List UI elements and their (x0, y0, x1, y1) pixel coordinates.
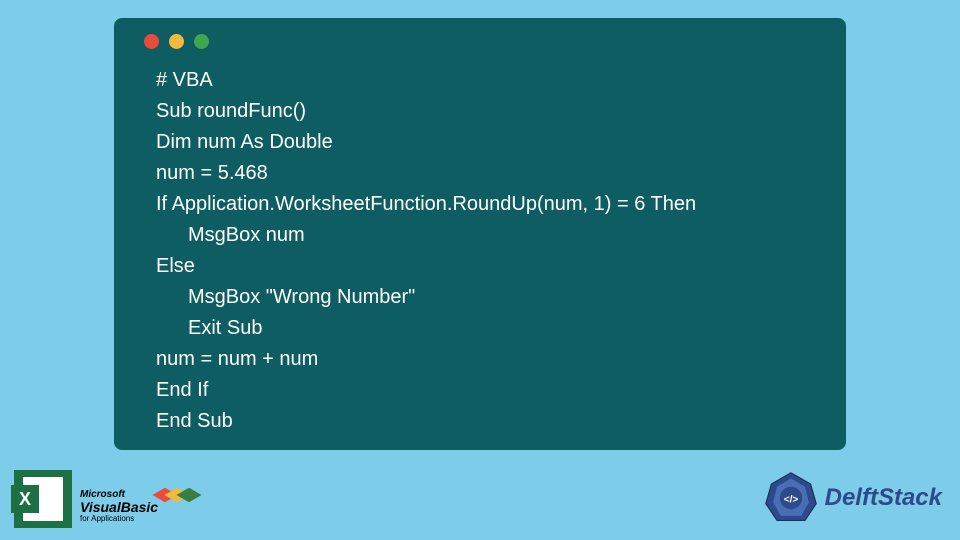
excel-icon: X (14, 470, 72, 528)
delftstack-emblem-icon: </> (763, 470, 819, 526)
code-line: MsgBox num (156, 220, 822, 251)
code-line: num = num + num (156, 344, 822, 375)
delftstack-text: DelftStack (825, 484, 942, 512)
visualbasic-logo: Microsoft VisualBasic for Applications (80, 489, 158, 524)
code-line: Exit Sub (156, 313, 822, 344)
forapps-text: for Applications (80, 515, 158, 524)
visualbasic-text: VisualBasic (80, 500, 158, 515)
close-icon (144, 34, 159, 49)
delftstack-logo: </> DelftStack (763, 470, 942, 526)
excel-x-badge: X (11, 485, 39, 513)
code-window: # VBA Sub roundFunc() Dim num As Double … (114, 18, 846, 450)
code-line: Sub roundFunc() (156, 96, 822, 127)
maximize-icon (194, 34, 209, 49)
code-line: Dim num As Double (156, 127, 822, 158)
minimize-icon (169, 34, 184, 49)
vb-cubes-icon (160, 488, 196, 502)
code-line: # VBA (156, 65, 822, 96)
code-line: Else (156, 251, 822, 282)
code-line: num = 5.468 (156, 158, 822, 189)
excel-sheet: X (23, 477, 63, 521)
code-line: End Sub (156, 406, 822, 437)
code-line: MsgBox "Wrong Number" (156, 282, 822, 313)
code-line: End If (156, 375, 822, 406)
window-controls (138, 34, 822, 49)
code-content: # VBA Sub roundFunc() Dim num As Double … (138, 65, 822, 437)
code-line: If Application.WorksheetFunction.RoundUp… (156, 189, 822, 220)
svg-text:</>: </> (783, 494, 798, 505)
